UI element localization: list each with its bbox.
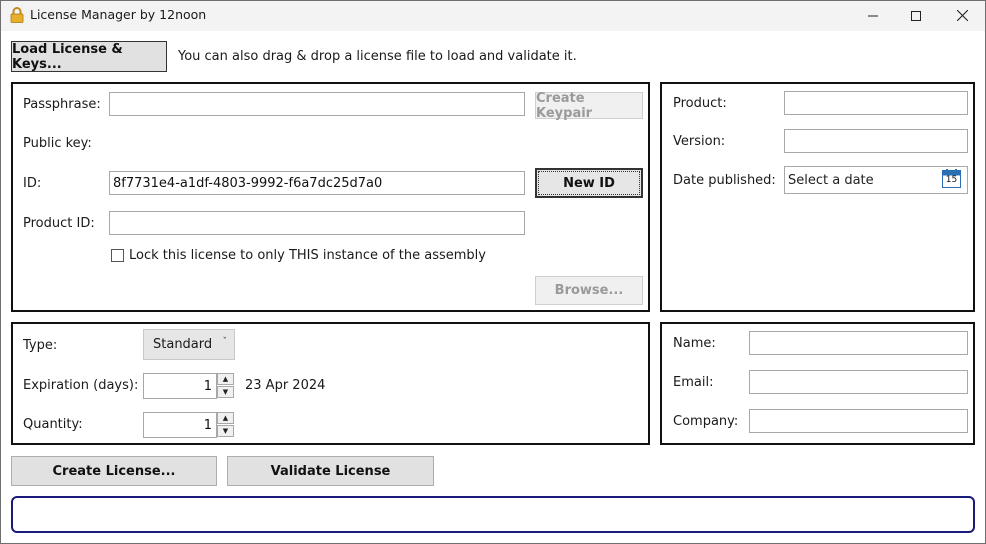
lock-instance-checkbox[interactable] <box>111 249 124 262</box>
name-label: Name: <box>673 336 716 351</box>
public-key-label: Public key: <box>23 136 92 151</box>
expiration-stepper[interactable]: ▲ ▼ <box>217 373 234 398</box>
quantity-input[interactable]: 1 <box>143 412 217 438</box>
create-license-button[interactable]: Create License... <box>11 456 217 486</box>
type-value: Standard <box>153 337 213 352</box>
lock-instance-label: Lock this license to only THIS instance … <box>129 248 486 263</box>
type-select[interactable]: Standard ˇ <box>143 329 235 360</box>
window-title: License Manager by 12noon <box>30 7 207 22</box>
product-id-label: Product ID: <box>23 216 95 231</box>
id-label: ID: <box>23 176 42 191</box>
maximize-button[interactable] <box>893 0 939 31</box>
email-label: Email: <box>673 375 714 390</box>
lock-icon <box>10 7 24 23</box>
spin-down-icon[interactable]: ▼ <box>217 425 234 437</box>
close-button[interactable] <box>939 0 985 31</box>
create-keypair-button[interactable]: Create Keypair <box>535 91 643 121</box>
expiration-input[interactable]: 1 <box>143 373 217 399</box>
browse-button[interactable]: Browse... <box>535 276 643 305</box>
date-published-label: Date published: <box>673 173 776 188</box>
minimize-button[interactable] <box>850 0 896 31</box>
passphrase-label: Passphrase: <box>23 97 101 112</box>
date-published-picker[interactable]: Select a date <box>784 166 968 194</box>
passphrase-input[interactable] <box>109 92 525 116</box>
quantity-stepper[interactable]: ▲ ▼ <box>217 412 234 437</box>
calendar-day: 15 <box>945 175 958 185</box>
new-id-button[interactable]: New ID <box>535 168 643 198</box>
close-icon <box>956 10 968 21</box>
validate-license-button[interactable]: Validate License <box>227 456 434 486</box>
status-bar <box>11 496 975 533</box>
minimize-icon <box>868 15 878 16</box>
id-input[interactable]: 8f7731e4-a1df-4803-9992-f6a7dc25d7a0 <box>109 171 525 195</box>
maximize-icon <box>911 10 921 21</box>
product-label: Product: <box>673 96 727 111</box>
product-input[interactable] <box>784 91 968 115</box>
load-license-button[interactable]: Load License & Keys... <box>11 41 167 72</box>
company-input[interactable] <box>749 409 968 433</box>
spin-down-icon[interactable]: ▼ <box>217 386 234 398</box>
expiration-date: 23 Apr 2024 <box>245 378 326 393</box>
version-input[interactable] <box>784 129 968 153</box>
version-label: Version: <box>673 134 726 149</box>
drag-drop-hint: You can also drag & drop a license file … <box>178 49 577 64</box>
product-id-input[interactable] <box>109 211 525 235</box>
email-input[interactable] <box>749 370 968 394</box>
expiration-label: Expiration (days): <box>23 378 139 393</box>
spin-up-icon[interactable]: ▲ <box>217 412 234 424</box>
name-input[interactable] <box>749 331 968 355</box>
quantity-label: Quantity: <box>23 417 83 432</box>
company-label: Company: <box>673 414 739 429</box>
product-panel <box>660 82 975 312</box>
type-label: Type: <box>23 338 58 353</box>
calendar-icon[interactable]: 15 <box>942 169 961 188</box>
spin-up-icon[interactable]: ▲ <box>217 373 234 385</box>
chevron-down-icon: ˇ <box>222 337 228 347</box>
date-placeholder: Select a date <box>788 172 874 188</box>
